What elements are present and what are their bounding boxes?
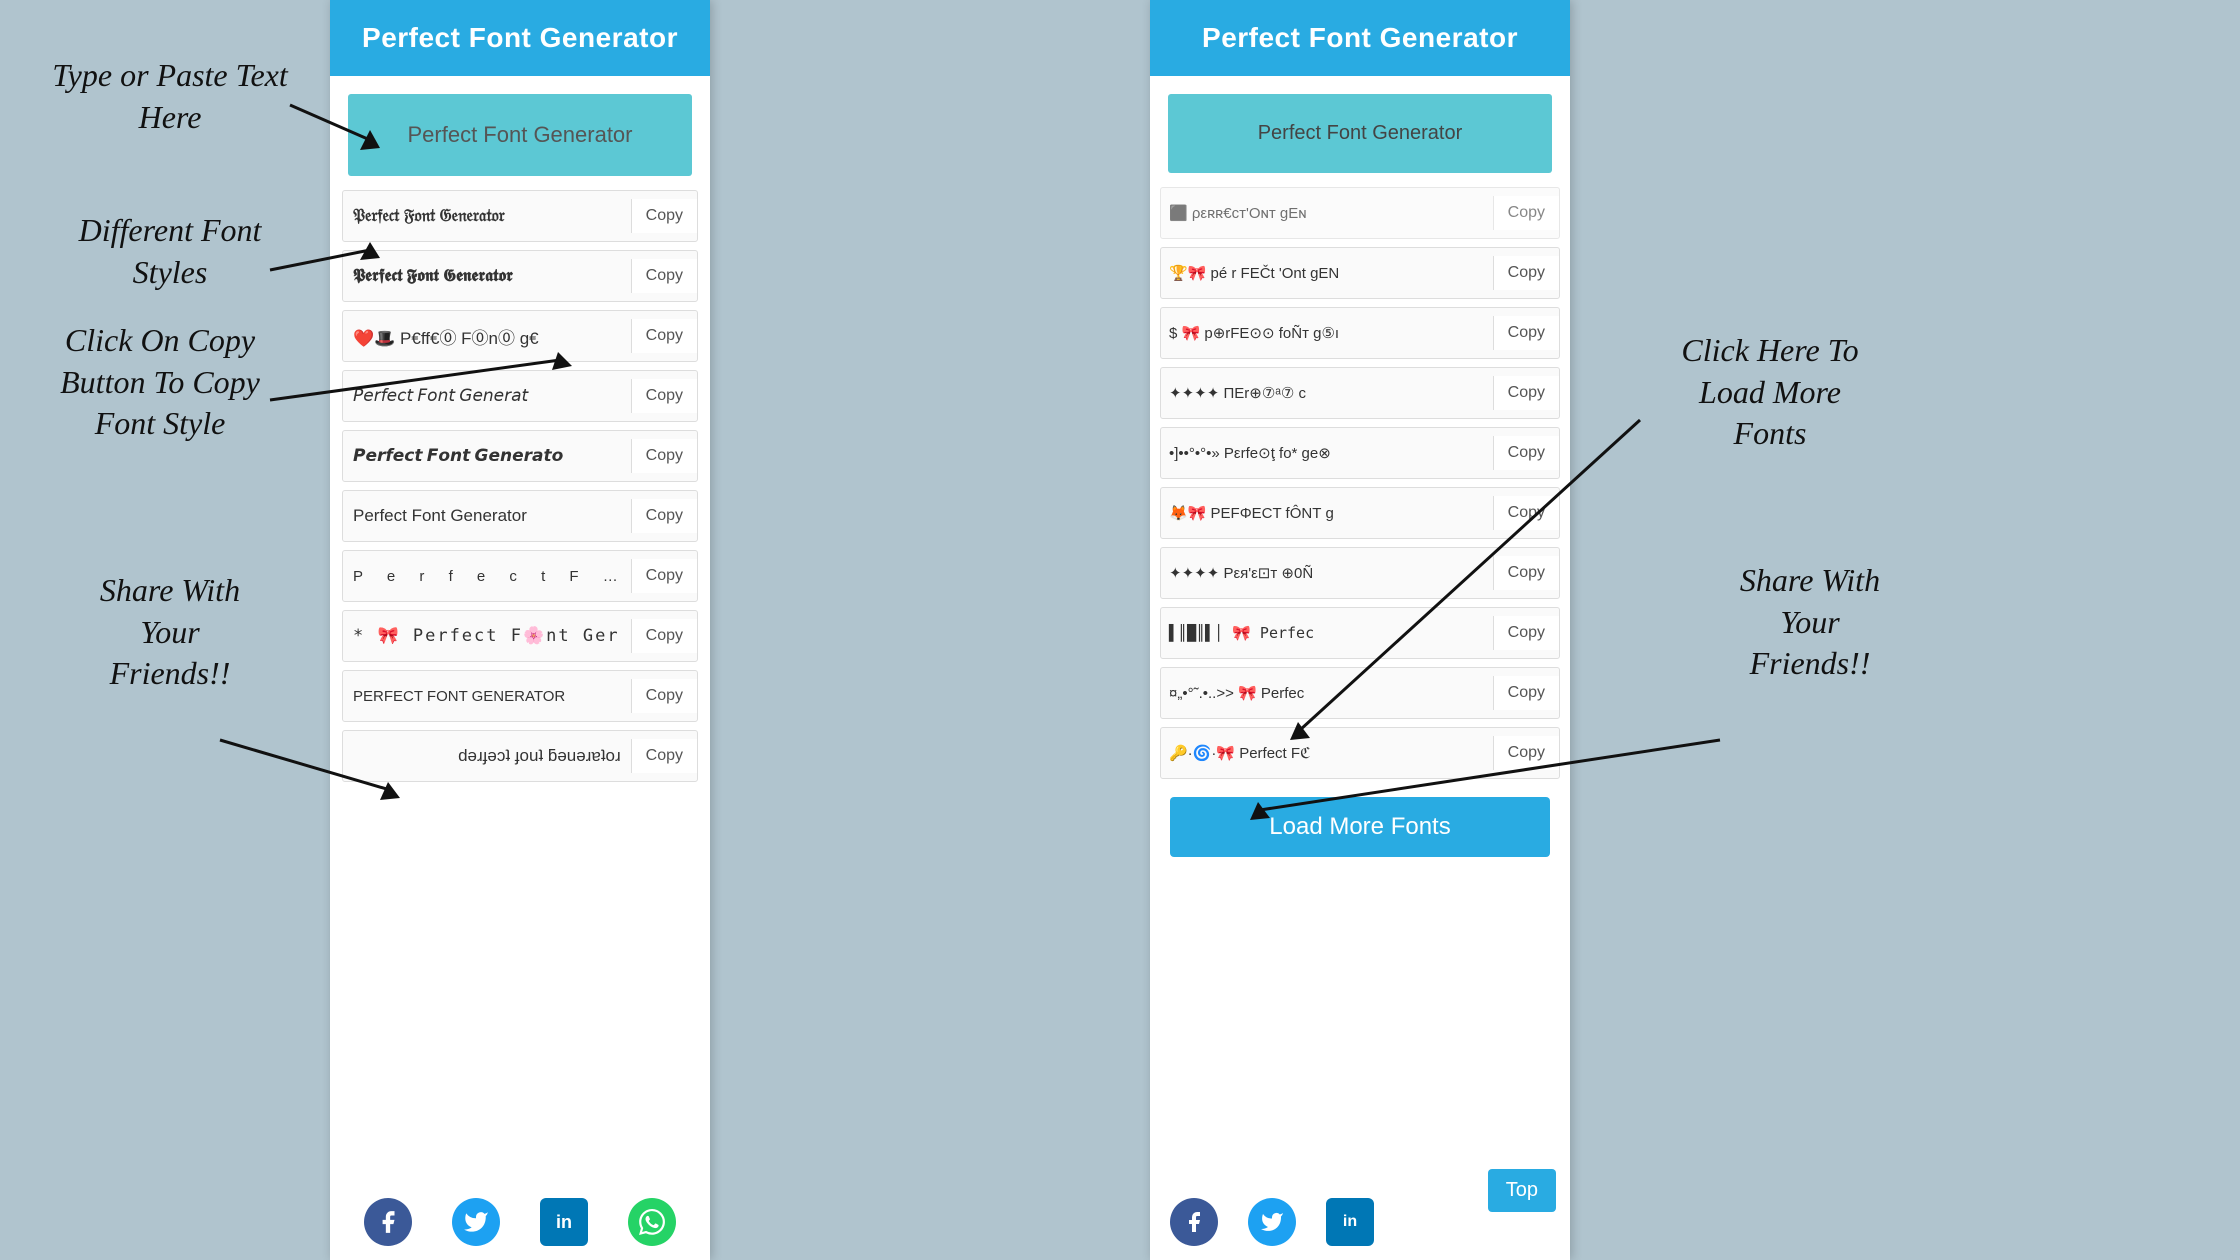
copy-button[interactable]: Copy <box>631 619 697 653</box>
copy-button[interactable]: Copy <box>1493 736 1559 770</box>
font-text: ⬛ ρεʀʀ€ᴄт'Оɴт gЕɴ <box>1161 198 1493 228</box>
copy-button[interactable]: Copy <box>631 259 697 293</box>
copy-button[interactable]: Copy <box>1493 616 1559 650</box>
annotation-copy-button: Click On CopyButton To CopyFont Style <box>20 320 300 445</box>
font-text: ▌║█║▌│ 🎀 Perfec <box>1161 618 1493 648</box>
font-row: 🦊🎀 PΕFΦΕCΤ fÔNТ g Copy <box>1160 487 1560 539</box>
linkedin-share-button[interactable]: in <box>540 1198 588 1246</box>
left-panel-header: Perfect Font Generator <box>330 0 710 76</box>
copy-button[interactable]: Copy <box>631 439 697 473</box>
font-row: 🏆🎀 pé r FEČt 'Оnt gЕN Copy <box>1160 247 1560 299</box>
font-row: $ 🎀 p⊕rFE⊙⊙ foÑт ɡ⑤ı Copy <box>1160 307 1560 359</box>
font-row: PERFECT FONT GENERATOR Copy <box>342 670 698 722</box>
facebook-share-button[interactable] <box>364 1198 412 1246</box>
font-text: ɹoʇɐɹǝuǝƃ ʇuoɟ ʇɔǝɟɹǝd <box>343 738 631 774</box>
font-row: 𝘗𝘦𝘳𝘧𝘦𝘤𝘵 𝘍𝘰𝘯𝘵 𝘎𝘦𝘯𝘦𝘳𝘢𝘵 Copy <box>342 370 698 422</box>
annotation-font-styles: Different FontStyles <box>30 210 310 293</box>
copy-button[interactable]: Copy <box>1493 436 1559 470</box>
font-text: 🏆🎀 pé r FEČt 'Оnt gЕN <box>1161 258 1493 288</box>
font-row: P e r f e c t F o n t Copy <box>342 550 698 602</box>
font-text: ❤️🎩 P€ff€⓪ F⓪n⓪ g€ <box>343 316 631 357</box>
font-text: 𝕻𝖊𝖗𝖋𝖊𝖈𝖙 𝕱𝖔𝖓𝖙 𝕲𝖊𝖓𝖊𝖗𝖆𝖙𝖔𝖗 <box>343 258 631 294</box>
font-row: Perfect Font Generator Copy <box>342 490 698 542</box>
font-row: ❤️🎩 P€ff€⓪ F⓪n⓪ g€ Copy <box>342 310 698 362</box>
right-linkedin-button[interactable]: in <box>1326 1198 1374 1246</box>
font-row: •]••°•°•» Pεrfe⊙ţ fo* ge⊗ Copy <box>1160 427 1560 479</box>
copy-button[interactable]: Copy <box>631 559 697 593</box>
font-row: 𝙋𝙚𝙧𝙛𝙚𝙘𝙩 𝙁𝙤𝙣𝙩 𝙂𝙚𝙣𝙚𝙧𝙖𝙩𝙤 Copy <box>342 430 698 482</box>
font-text: •]••°•°•» Pεrfe⊙ţ fo* ge⊗ <box>1161 438 1493 468</box>
font-row: 𝔓𝔢𝔯𝔣𝔢𝔠𝔱 𝔉𝔬𝔫𝔱 𝔊𝔢𝔫𝔢𝔯𝔞𝔱𝔬𝔯 Copy <box>342 190 698 242</box>
font-text: ✦✦✦✦ ΠΕr⊕⑦ᵃ⑦ c <box>1161 378 1493 408</box>
font-row: ✦✦✦✦ ΠΕr⊕⑦ᵃ⑦ c Copy <box>1160 367 1560 419</box>
copy-button[interactable]: Copy <box>1493 376 1559 410</box>
font-text: PERFECT FONT GENERATOR <box>343 680 631 713</box>
copy-button[interactable]: Copy <box>631 379 697 413</box>
font-row: * 🎀 Perfect F🌸nt Ger Copy <box>342 610 698 662</box>
font-text: ¤„•°˜.•..>> 🎀 Perfec <box>1161 678 1493 708</box>
font-text: * 🎀 Perfect F🌸nt Ger <box>343 618 631 654</box>
font-text: ✦✦✦✦ Pεя'ε⊡т ⊕0Ñ <box>1161 558 1493 588</box>
font-text: 𝙋𝙚𝙧𝙛𝙚𝙘𝙩 𝙁𝙤𝙣𝙩 𝙂𝙚𝙣𝙚𝙧𝙖𝙩𝙤 <box>343 438 631 474</box>
font-text: P e r f e c t F o n t <box>343 560 631 593</box>
twitter-share-button[interactable] <box>452 1198 500 1246</box>
font-row: ɹoʇɐɹǝuǝƃ ʇuoɟ ʇɔǝɟɹǝd Copy <box>342 730 698 782</box>
font-row: ✦✦✦✦ Pεя'ε⊡т ⊕0Ñ Copy <box>1160 547 1560 599</box>
right-panel-header: Perfect Font Generator <box>1150 0 1570 76</box>
right-twitter-button[interactable] <box>1248 1198 1296 1246</box>
copy-button[interactable]: Copy <box>1493 676 1559 710</box>
copy-button[interactable]: Copy <box>1493 556 1559 590</box>
font-text: 𝘗𝘦𝘳𝘧𝘦𝘤𝘵 𝘍𝘰𝘯𝘵 𝘎𝘦𝘯𝘦𝘳𝘢𝘵 <box>343 378 631 414</box>
annotation-share-right: Share WithYourFriends!! <box>1690 560 1930 685</box>
right-text-input[interactable] <box>1168 94 1552 173</box>
font-row: ¤„•°˜.•..>> 🎀 Perfec Copy <box>1160 667 1560 719</box>
text-input[interactable] <box>348 94 692 176</box>
copy-button[interactable]: Copy <box>631 319 697 353</box>
annotation-load-more: Click Here ToLoad MoreFonts <box>1640 330 1900 455</box>
font-text: 🦊🎀 PΕFΦΕCΤ fÔNТ g <box>1161 498 1493 528</box>
copy-button[interactable]: Copy <box>1493 316 1559 350</box>
right-phone-panel: Perfect Font Generator ⬛ ρεʀʀ€ᴄт'Оɴт gЕɴ… <box>1150 0 1570 1260</box>
copy-button[interactable]: Copy <box>1493 256 1559 290</box>
social-share-row: in <box>330 1180 710 1260</box>
font-row: 𝕻𝖊𝖗𝖋𝖊𝖈𝖙 𝕱𝖔𝖓𝖙 𝕲𝖊𝖓𝖊𝖗𝖆𝖙𝖔𝖗 Copy <box>342 250 698 302</box>
copy-button[interactable]: Copy <box>631 739 697 773</box>
copy-button[interactable]: Copy <box>631 199 697 233</box>
font-row: 🔑·🌀·🎀 Perfect Fℭ Copy <box>1160 727 1560 779</box>
font-row: ⬛ ρεʀʀ€ᴄт'Оɴт gЕɴ Copy <box>1160 187 1560 239</box>
copy-button[interactable]: Copy <box>631 679 697 713</box>
copy-button[interactable]: Copy <box>631 499 697 533</box>
font-text: $ 🎀 p⊕rFE⊙⊙ foÑт ɡ⑤ı <box>1161 318 1493 348</box>
whatsapp-share-button[interactable] <box>628 1198 676 1246</box>
top-button[interactable]: Top <box>1488 1169 1556 1212</box>
left-phone-panel: Perfect Font Generator 𝔓𝔢𝔯𝔣𝔢𝔠𝔱 𝔉𝔬𝔫𝔱 𝔊𝔢𝔫𝔢… <box>330 0 710 1260</box>
font-text: Perfect Font Generator <box>343 498 631 534</box>
copy-button[interactable]: Copy <box>1493 496 1559 530</box>
copy-button[interactable]: Copy <box>1493 196 1559 230</box>
font-text: 𝔓𝔢𝔯𝔣𝔢𝔠𝔱 𝔉𝔬𝔫𝔱 𝔊𝔢𝔫𝔢𝔯𝔞𝔱𝔬𝔯 <box>343 198 631 234</box>
font-text: 🔑·🌀·🎀 Perfect Fℭ <box>1161 738 1493 768</box>
annotation-share-left: Share WithYourFriends!! <box>60 570 280 695</box>
annotation-type-paste: Type or Paste Text Here <box>30 55 310 138</box>
font-row: ▌║█║▌│ 🎀 Perfec Copy <box>1160 607 1560 659</box>
right-social-row: in Top <box>1150 1184 1570 1260</box>
right-facebook-button[interactable] <box>1170 1198 1218 1246</box>
load-more-button[interactable]: Load More Fonts <box>1170 797 1550 857</box>
